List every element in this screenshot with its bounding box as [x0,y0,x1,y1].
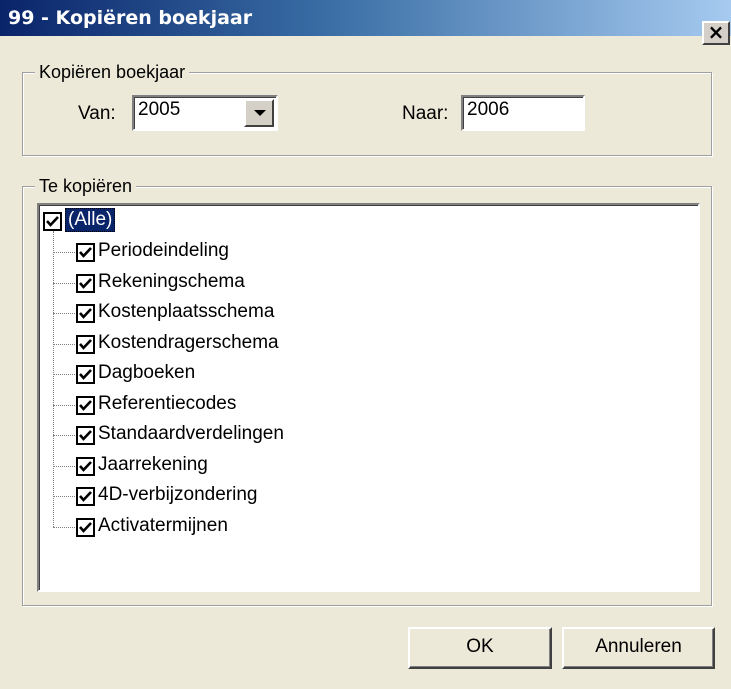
checkmark-icon [79,308,92,319]
item-label: Dagboeken [98,362,196,383]
checkmark-icon [79,491,92,502]
checkmark-icon [79,247,92,258]
tree-item[interactable]: Rekeningschema [39,267,439,297]
copy-year-legend: Kopiëren boekjaar [35,61,190,83]
tree-item[interactable]: Activatermijnen [39,511,439,541]
item-checkbox[interactable] [76,304,95,323]
item-label: Periodeindeling [98,240,229,261]
item-label: Referentiecodes [98,393,237,414]
item-label: Jaarrekening [98,454,208,475]
checkmark-icon [79,430,92,441]
to-year-field[interactable]: 2006 [461,95,585,131]
ok-button[interactable]: OK [408,627,552,669]
item-label: Rekeningschema [98,271,245,292]
tree-item[interactable]: Kostendragerschema [39,328,439,358]
to-year-value: 2006 [467,99,510,120]
tree-item[interactable]: Standaardverdelingen [39,419,439,449]
items-to-copy-legend: Te kopiëren [35,175,137,197]
from-year-dropdown[interactable]: 2005 [132,95,278,131]
from-year-value: 2005 [138,99,181,120]
checkmark-icon [46,216,59,227]
item-label: 4D-verbijzondering [98,484,258,505]
title-bar: 99 - Kopiëren boekjaar [0,0,731,36]
tree-item-all[interactable]: (Alle) [39,205,339,235]
cancel-button[interactable]: Annuleren [562,627,715,669]
checkmark-icon [79,400,92,411]
tree-item[interactable]: Jaarrekening [39,450,439,480]
item-checkbox[interactable] [76,518,95,537]
item-checkbox[interactable] [76,457,95,476]
item-label: Activatermijnen [98,515,228,536]
tree-item[interactable]: 4D-verbijzondering [39,480,439,510]
tree-item[interactable]: Referentiecodes [39,389,439,419]
close-button[interactable]: × [702,21,730,45]
item-checkbox[interactable] [76,487,95,506]
to-label: Naar: [402,103,449,124]
item-label: Kostenplaatsschema [98,301,275,322]
window-title: 99 - Kopiëren boekjaar [8,7,253,29]
item-checkbox[interactable] [76,365,95,384]
dropdown-button[interactable] [244,99,274,127]
checkmark-icon [79,278,92,289]
checkmark-icon [79,522,92,533]
items-to-copy-group: Te kopiëren (Alle) Periodeindeling Rekeni… [22,175,712,606]
checkmark-icon [79,339,92,350]
item-checkbox[interactable] [76,274,95,293]
item-label: Kostendragerschema [98,332,279,353]
item-label: Standaardverdelingen [98,423,284,444]
item-checkbox[interactable] [76,396,95,415]
tree-item[interactable]: Kostenplaatsschema [39,297,439,327]
copy-year-group: Kopiëren boekjaar Van: 2005 Naar: 2006 [22,61,712,156]
tree-item[interactable]: Periodeindeling [39,236,439,266]
from-label: Van: [78,103,116,124]
chevron-down-icon [254,110,266,116]
tree-item[interactable]: Dagboeken [39,358,439,388]
checkmark-icon [79,461,92,472]
item-checkbox[interactable] [76,426,95,445]
item-checkbox[interactable] [76,243,95,262]
all-label: (Alle) [65,208,116,232]
all-checkbox[interactable] [43,212,62,231]
item-checkbox[interactable] [76,335,95,354]
copy-items-tree[interactable]: (Alle) Periodeindeling Rekeningschema Kost… [37,203,700,592]
checkmark-icon [79,369,92,380]
